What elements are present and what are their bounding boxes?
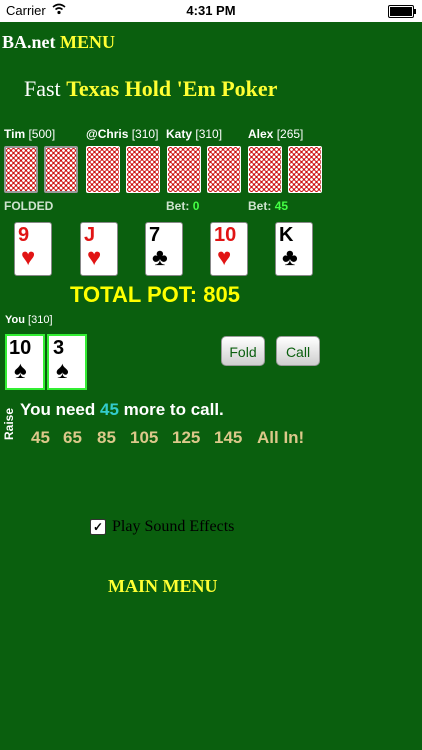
community-card: J ♥ [80,222,118,276]
player-name-katy: Katy [310] [166,127,223,141]
raise-option[interactable]: 65 [63,428,82,448]
player-status-folded: FOLDED [4,199,54,213]
community-card: K ♣ [275,222,313,276]
fold-button[interactable]: Fold [221,336,265,366]
player-bet-katy: Bet: 0 [166,199,200,213]
player-bet-alex: Bet: 45 [248,199,289,213]
card-back [167,146,201,193]
community-card: 10 ♥ [210,222,248,276]
spade-icon: ♠ [14,357,27,384]
player-name-tim: Tim [500] [4,127,56,141]
raise-option[interactable]: 45 [31,428,50,448]
your-name: You [310] [5,314,53,326]
heart-icon: ♥ [217,244,232,271]
spade-icon: ♠ [56,357,69,384]
card-back [207,146,241,193]
status-bar: Carrier 4:31 PM [0,0,422,22]
raise-option[interactable]: 85 [97,428,116,448]
title-name: Texas Hold 'Em Poker [66,76,278,101]
raise-option[interactable]: 125 [172,428,200,448]
call-button[interactable]: Call [276,336,320,366]
card-back [248,146,282,193]
card-back [288,146,322,193]
heart-icon: ♥ [21,244,36,271]
title-prefix: Fast [24,76,61,101]
your-card: 3 ♠ [47,334,87,390]
card-back [126,146,160,193]
call-requirement: You need 45 more to call. [20,400,224,419]
menu-link[interactable]: MENU [60,32,115,52]
card-back [4,146,38,193]
your-card: 10 ♠ [5,334,45,390]
page-title: Fast Texas Hold 'Em Poker [24,76,277,102]
community-card: 9 ♥ [14,222,52,276]
community-card: 7 ♣ [145,222,183,276]
main-menu-link[interactable]: MAIN MENU [108,576,218,597]
club-icon: ♣ [282,244,298,271]
checkbox-checked-icon[interactable]: ✓ [90,519,106,535]
clock: 4:31 PM [186,3,236,18]
sound-effects-label: Play Sound Effects [112,518,235,535]
site-name: BA.net [2,32,56,52]
battery-icon [388,5,416,18]
club-icon: ♣ [152,244,168,271]
top-menu-link[interactable]: BA.net MENU [2,32,115,53]
raise-label: Raise [2,407,16,440]
raise-option-all-in[interactable]: All In! [257,428,304,448]
raise-option[interactable]: 105 [130,428,158,448]
player-name-alex: Alex [265] [248,127,304,141]
total-pot: TOTAL POT: 805 [70,282,240,307]
player-name-chris: @Chris [310] [86,127,159,141]
card-back [86,146,120,193]
card-back [44,146,78,193]
heart-icon: ♥ [87,244,102,271]
raise-option[interactable]: 145 [214,428,242,448]
